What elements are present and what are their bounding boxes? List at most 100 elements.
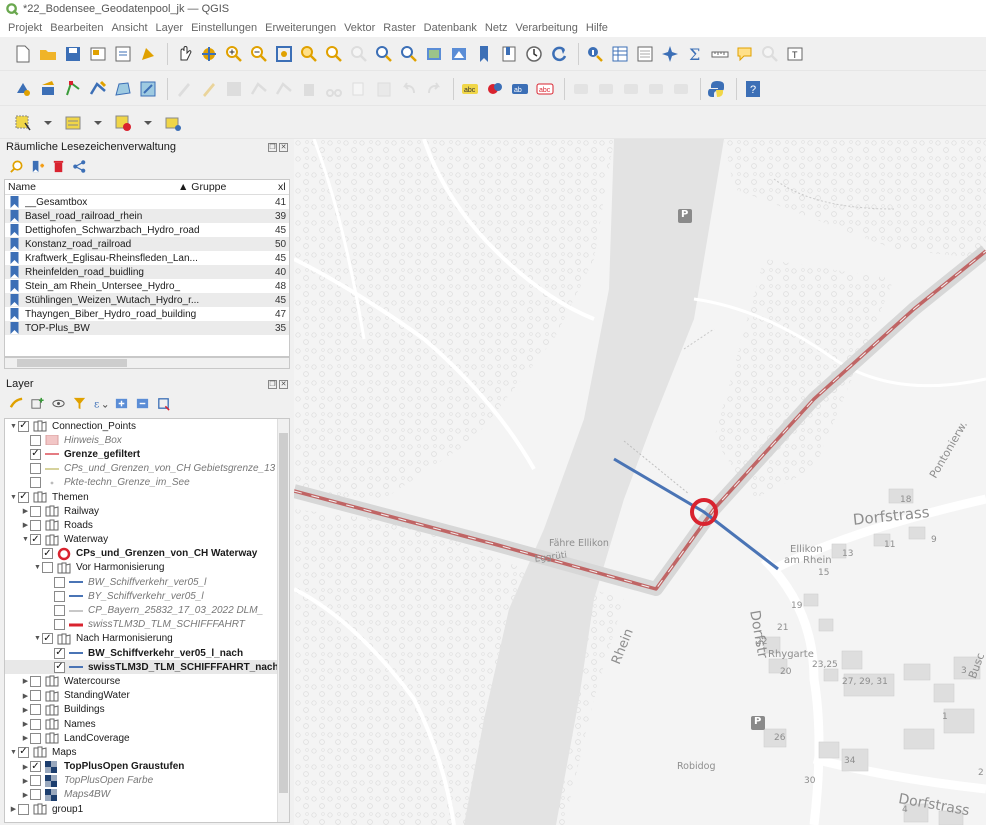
show-hide-labels-icon[interactable]: abc (534, 78, 556, 100)
cut-features-icon[interactable] (323, 78, 345, 100)
layer-visibility-checkbox[interactable] (30, 477, 41, 489)
style-manager-icon[interactable] (8, 395, 24, 411)
layer-group-item[interactable]: ▶ Buildings (5, 703, 289, 717)
rotate-label-icon[interactable] (595, 78, 617, 100)
layer-visibility-checkbox[interactable]: ✓ (54, 647, 65, 659)
layer-visibility-checkbox[interactable]: ✓ (54, 661, 65, 673)
expand-arrow-icon[interactable]: ▶ (21, 706, 30, 714)
layer-item[interactable]: swissTLM3D_TLM_SCHIFFFAHRT (5, 618, 289, 632)
bookmark-row[interactable]: __Gesamtbox 41 (5, 195, 289, 209)
menu-layer[interactable]: Layer (152, 22, 188, 34)
edit-pencil-icon[interactable] (173, 78, 195, 100)
zoom-in-icon[interactable] (223, 43, 245, 65)
layer-visibility-checkbox[interactable]: ✓ (42, 633, 53, 645)
layer-visibility-checkbox[interactable]: ✓ (18, 491, 29, 503)
bookmark-horizontal-scrollbar[interactable] (4, 357, 290, 369)
refresh-icon[interactable] (548, 43, 570, 65)
bookmark-row[interactable]: Rheinfelden_road_buidling 40 (5, 265, 289, 279)
save-edits-icon[interactable] (223, 78, 245, 100)
layer-visibility-checkbox[interactable] (30, 775, 41, 787)
show-bookmarks-icon[interactable] (498, 43, 520, 65)
identify-features-icon[interactable] (584, 43, 606, 65)
layer-visibility-checkbox[interactable] (30, 789, 41, 801)
zoom-to-bookmark-icon[interactable] (8, 158, 24, 174)
menu-projekt[interactable]: Projekt (4, 22, 46, 34)
add-polygon-icon[interactable] (112, 78, 134, 100)
python-console-icon[interactable] (706, 78, 728, 100)
new-bookmark-icon[interactable] (473, 43, 495, 65)
expand-all-icon[interactable] (113, 395, 129, 411)
select-by-value-icon[interactable] (62, 112, 84, 134)
layer-tree-scrollbar[interactable] (277, 419, 289, 822)
layer-visibility-checkbox[interactable]: ✓ (30, 448, 41, 460)
expand-arrow-icon[interactable]: ▶ (21, 777, 30, 785)
pin-diagram-icon[interactable] (670, 78, 692, 100)
expand-arrow-icon[interactable]: ▼ (9, 749, 18, 756)
layer-visibility-checkbox[interactable] (54, 619, 65, 631)
show-label-icon[interactable] (645, 78, 667, 100)
expand-arrow-icon[interactable]: ▼ (33, 564, 42, 571)
layer-item[interactable]: ▶ Maps4BW (5, 788, 289, 802)
expand-arrow-icon[interactable]: ▶ (21, 521, 30, 529)
zoom-out-icon[interactable] (248, 43, 270, 65)
bookmark-row[interactable]: Konstanz_road_railroad 50 (5, 237, 289, 251)
layer-item[interactable]: Pkte-techn_Grenze_im_See (5, 476, 289, 490)
label-pin-icon[interactable] (484, 78, 506, 100)
zoom-to-layer-icon[interactable] (323, 43, 345, 65)
menu-erweiterungen[interactable]: Erweiterungen (261, 22, 340, 34)
menu-bearbeiten[interactable]: Bearbeiten (46, 22, 107, 34)
remove-layer-icon[interactable] (155, 395, 171, 411)
change-label-icon[interactable] (620, 78, 642, 100)
expand-arrow-icon[interactable]: ▶ (21, 791, 30, 799)
new-map-view-icon[interactable] (423, 43, 445, 65)
expand-arrow-icon[interactable]: ▶ (21, 507, 30, 515)
layer-item[interactable]: ✓ swissTLM3D_TLM_SCHIFFFAHRT_nach (5, 660, 289, 675)
current-edits-icon[interactable] (12, 78, 34, 100)
layer-group-item[interactable]: ▶ group1 (5, 802, 289, 816)
style-manager-icon[interactable] (137, 43, 159, 65)
menu-verarbeitung[interactable]: Verarbeitung (512, 22, 582, 34)
zoom-full-icon[interactable] (273, 43, 295, 65)
layer-item[interactable]: ✓ Grenze_gefiltert (5, 447, 289, 461)
field-calculator-icon[interactable] (634, 43, 656, 65)
new-project-icon[interactable] (12, 43, 34, 65)
layer-group-item[interactable]: ▼ ✓ Nach Harmonisierung (5, 632, 289, 646)
locator-bar-icon[interactable] (759, 43, 781, 65)
redo-icon[interactable] (423, 78, 445, 100)
layer-item[interactable]: ▶ ✓ TopPlusOpen Graustufen (5, 760, 289, 774)
delete-selected-icon[interactable] (298, 78, 320, 100)
copy-features-icon[interactable] (348, 78, 370, 100)
close-panel-icon[interactable]: ✕ (279, 142, 288, 152)
layer-group-item[interactable]: ▶ Watercourse (5, 674, 289, 688)
layer-visibility-checkbox[interactable] (30, 718, 41, 730)
bookmark-row[interactable]: Basel_road_railroad_rhein 39 (5, 209, 289, 223)
column-header-x[interactable]: xl (275, 180, 289, 194)
float-panel-icon[interactable]: ❐ (268, 142, 277, 152)
manage-visibility-icon[interactable] (50, 395, 66, 411)
column-header-name[interactable]: Name (5, 180, 175, 194)
label-toolbar-icon[interactable]: abc (459, 78, 481, 100)
layer-item[interactable]: CP_Bayern_25832_17_03_2022 DLM_ (5, 603, 289, 617)
layer-item[interactable]: ✓ BW_Schiffverkehr_ver05_l_nach (5, 646, 289, 660)
expand-arrow-icon[interactable]: ▶ (21, 734, 30, 742)
layer-properties-icon[interactable] (137, 78, 159, 100)
expand-arrow-icon[interactable]: ▶ (9, 805, 18, 813)
measure-line-icon[interactable] (709, 43, 731, 65)
layer-visibility-checkbox[interactable] (30, 505, 41, 517)
new-3d-view-icon[interactable] (448, 43, 470, 65)
menu-netz[interactable]: Netz (481, 22, 512, 34)
filter-expression-icon[interactable]: ε (92, 395, 108, 411)
layer-visibility-checkbox[interactable] (54, 605, 65, 617)
digitize-line-icon[interactable] (87, 78, 109, 100)
bookmark-row[interactable]: Kraftwerk_Eglisau-Rheinsfleden_Lan... 45 (5, 251, 289, 265)
add-group-icon[interactable] (29, 395, 45, 411)
layout-manager-icon[interactable] (112, 43, 134, 65)
dropdown-arrow-icon[interactable] (87, 112, 109, 134)
layer-visibility-checkbox[interactable]: ✓ (30, 761, 41, 773)
edit-pencil-yellow-icon[interactable] (198, 78, 220, 100)
add-bookmark-icon[interactable] (29, 158, 45, 174)
expand-arrow-icon[interactable]: ▼ (9, 423, 18, 430)
map-canvas[interactable]: Dorfstrass Pontonierw. Fähre Ellikon Eggrüt… (294, 139, 986, 825)
layer-item[interactable]: BW_Schiffverkehr_ver05_l (5, 575, 289, 589)
expand-arrow-icon[interactable]: ▶ (21, 720, 30, 728)
